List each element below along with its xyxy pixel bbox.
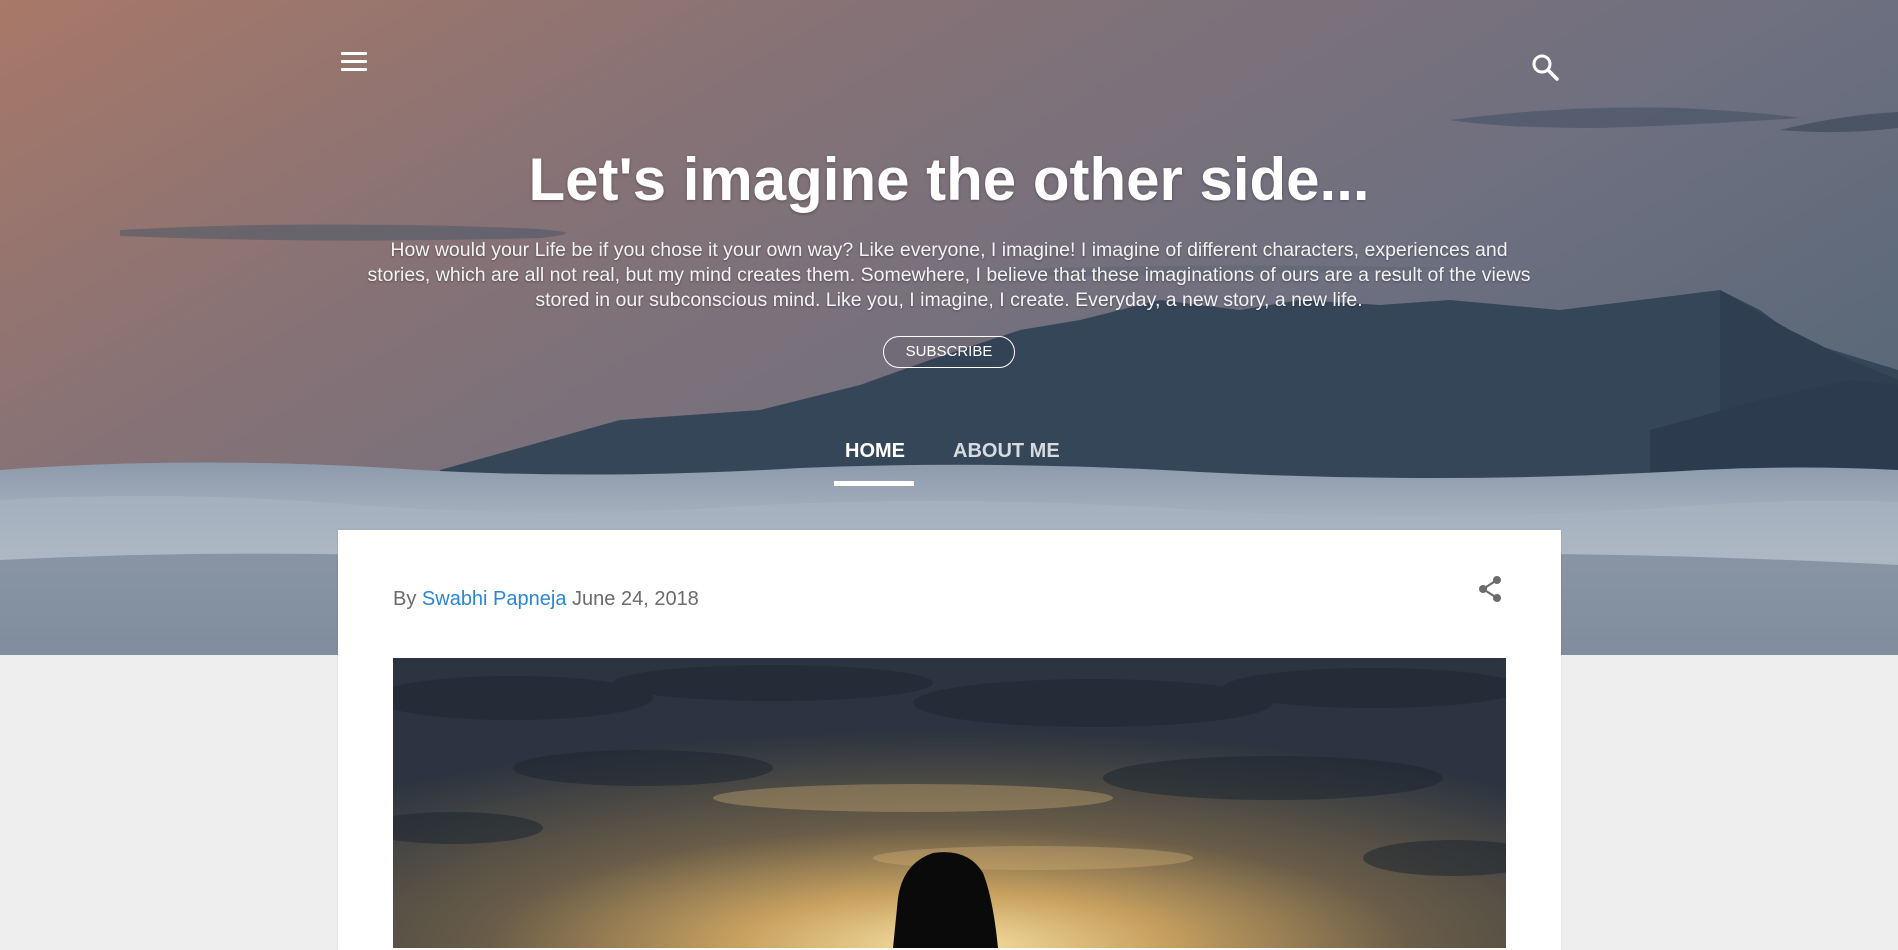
- search-icon[interactable]: [1530, 52, 1560, 82]
- main-nav: HOME ABOUT ME: [0, 440, 1898, 490]
- hamburger-menu-icon[interactable]: [341, 52, 367, 74]
- sunset-silhouette-image: [393, 658, 1506, 948]
- blog-description: How would your Life be if you chose it y…: [367, 239, 1531, 311]
- blog-title[interactable]: Let's imagine the other side...: [0, 145, 1898, 214]
- tab-home[interactable]: HOME: [845, 440, 905, 463]
- post-featured-image[interactable]: [393, 658, 1506, 948]
- post-byline: By Swabhi Papneja June 24, 2018: [393, 588, 699, 611]
- tab-about-me[interactable]: ABOUT ME: [953, 440, 1060, 463]
- post-date[interactable]: June 24, 2018: [572, 588, 699, 610]
- subscribe-button[interactable]: SUBSCRIBE: [883, 336, 1015, 368]
- active-tab-indicator: [834, 481, 914, 486]
- author-link[interactable]: Swabhi Papneja: [422, 588, 567, 610]
- post-card: By Swabhi Papneja June 24, 2018: [338, 530, 1561, 950]
- by-label: By: [393, 588, 417, 610]
- share-icon[interactable]: [1474, 573, 1506, 605]
